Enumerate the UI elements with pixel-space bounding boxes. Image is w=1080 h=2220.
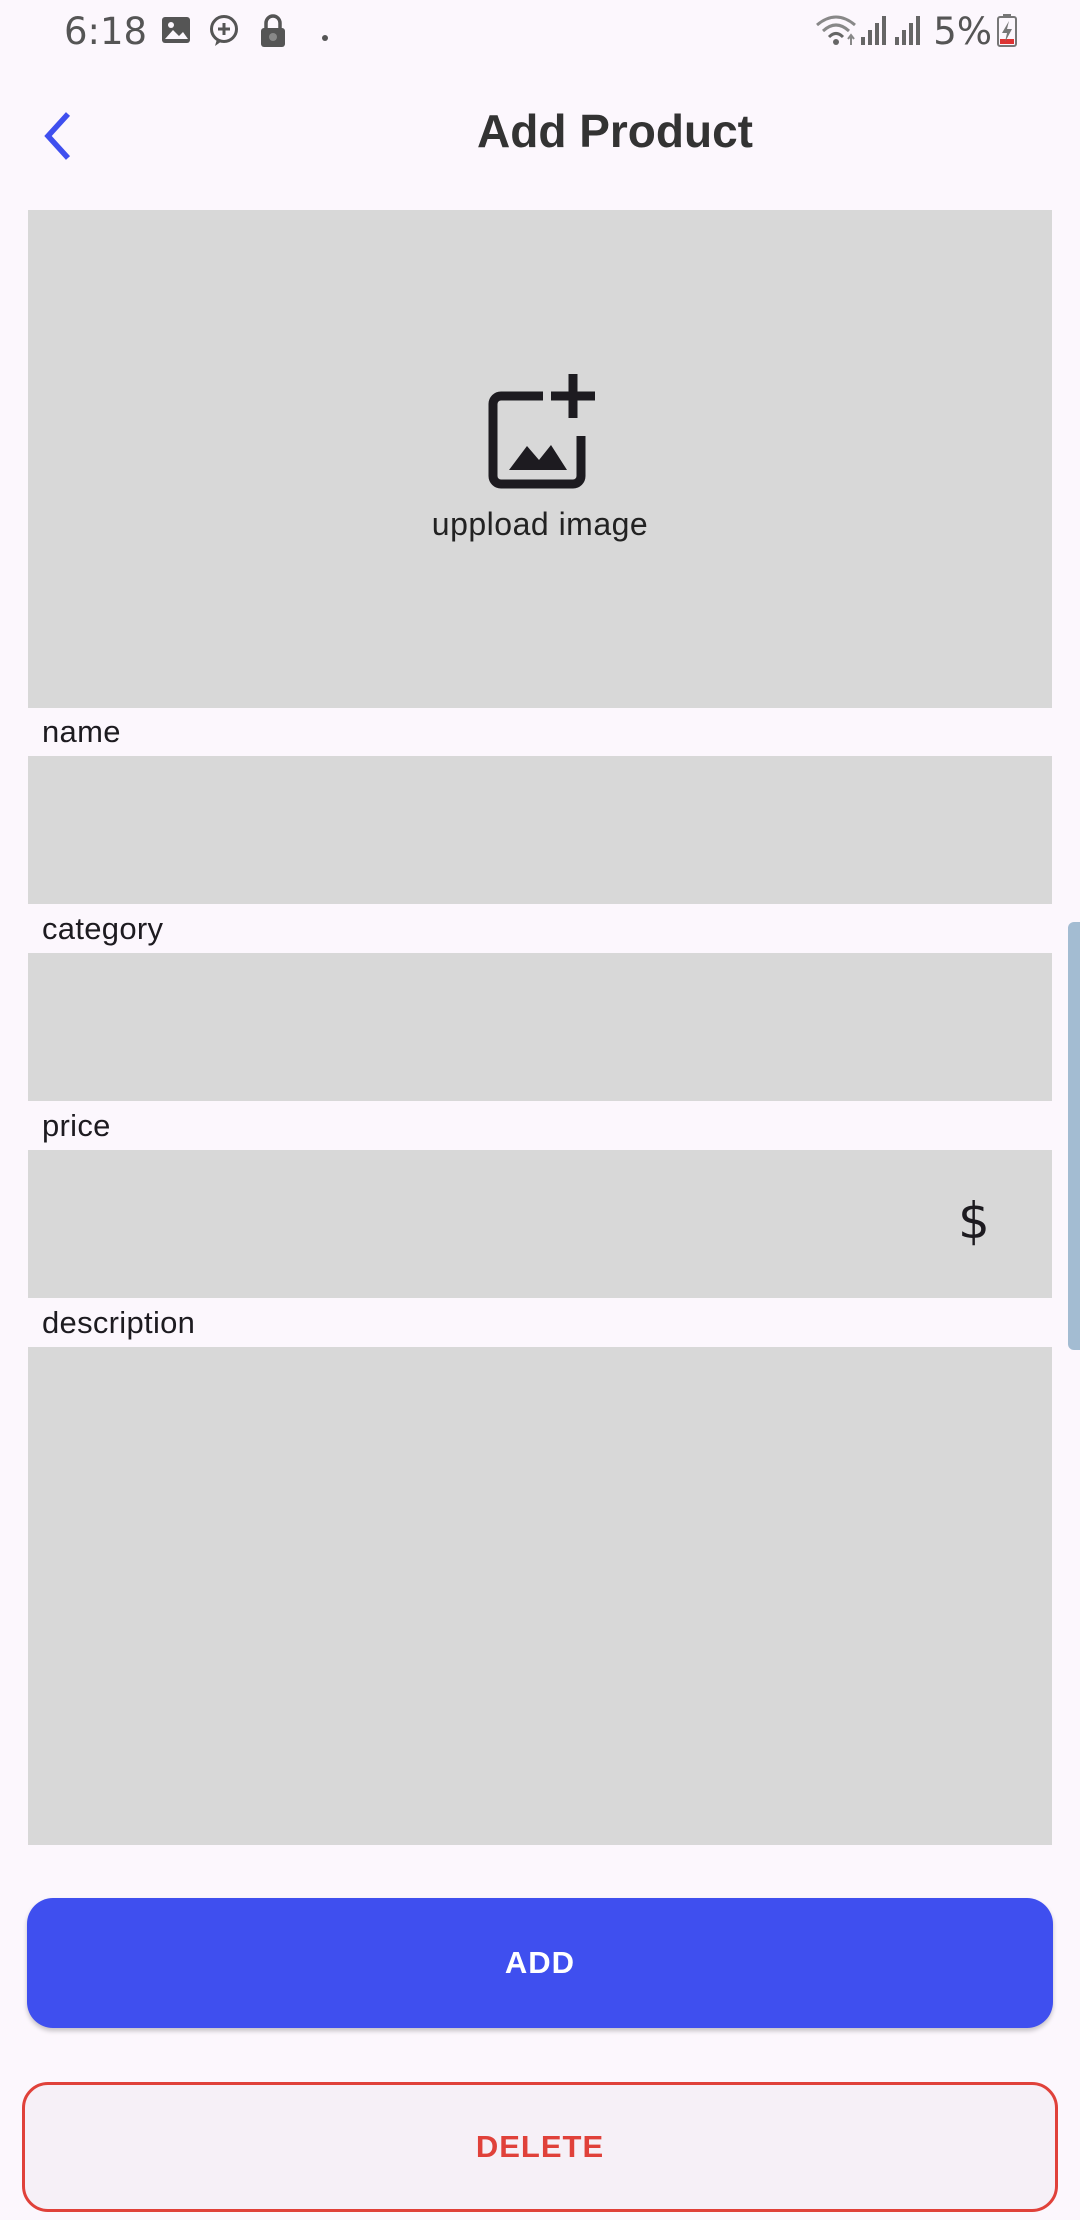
signal-icon xyxy=(859,13,889,51)
add-button[interactable]: ADD xyxy=(27,1898,1053,2028)
category-input[interactable] xyxy=(28,953,1052,1101)
page-title: Add Product xyxy=(477,105,753,157)
add-product-screen: 6:18 5% Add Product uppload image name c… xyxy=(0,0,1080,2220)
wifi-icon xyxy=(815,13,857,51)
battery-charging-icon xyxy=(996,13,1018,51)
messenger-icon xyxy=(207,14,241,52)
app-bar-title-wrap: Add Product xyxy=(0,104,1080,168)
upload-image-label: uppload image xyxy=(431,506,649,542)
status-time: 6:18 xyxy=(64,10,148,53)
battery-percent: 5% xyxy=(933,10,992,53)
status-right-group: 5% xyxy=(815,10,1018,53)
image-upload-area[interactable]: uppload image xyxy=(28,210,1052,708)
name-label: name xyxy=(42,714,121,749)
add-photo-icon xyxy=(483,372,603,497)
scrollbar-thumb[interactable] xyxy=(1068,922,1080,1350)
price-label: price xyxy=(42,1108,111,1143)
image-icon xyxy=(160,14,192,50)
price-input[interactable] xyxy=(28,1150,1052,1298)
description-label: description xyxy=(42,1305,196,1340)
category-label: category xyxy=(42,911,164,946)
delete-button[interactable]: DELETE xyxy=(22,2082,1058,2212)
dot-icon xyxy=(321,27,329,46)
description-input[interactable] xyxy=(28,1347,1052,1845)
status-bar: 6:18 5% xyxy=(0,0,1080,64)
name-input[interactable] xyxy=(28,756,1052,904)
dollar-icon: $ xyxy=(958,1192,990,1250)
lock-icon xyxy=(258,14,288,52)
signal-icon xyxy=(893,13,923,51)
